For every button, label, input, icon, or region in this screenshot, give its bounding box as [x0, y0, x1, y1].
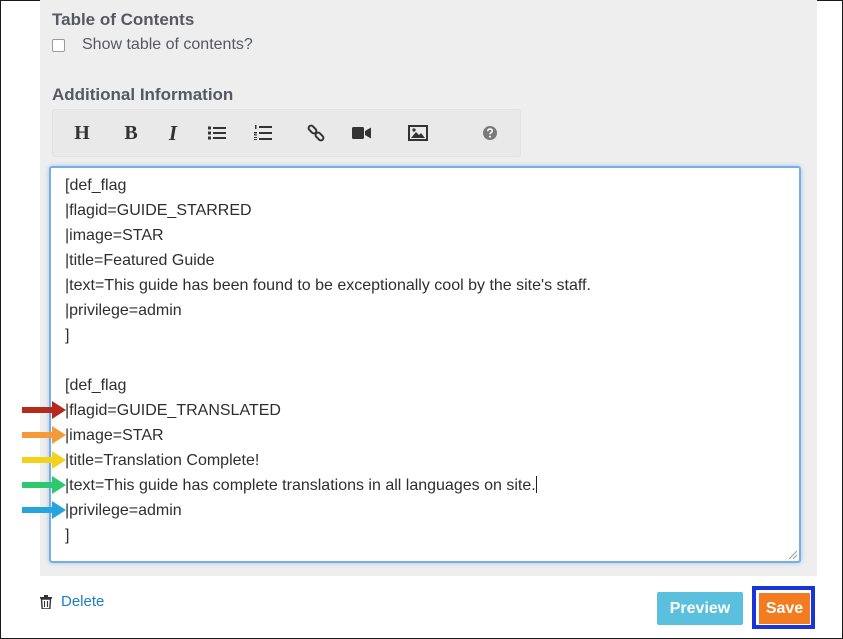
arrow-icon-yellow: [22, 451, 66, 469]
editor-line: |text=This guide has been found to be ex…: [65, 277, 591, 294]
editor-line: |privilege=admin: [65, 502, 182, 519]
editor-line: |flagid=GUIDE_TRANSLATED: [65, 402, 281, 419]
trash-icon: [40, 594, 52, 609]
show-toc-checkbox[interactable]: [52, 38, 65, 52]
heading-button[interactable]: H: [71, 110, 93, 156]
toc-heading: Table of Contents: [52, 10, 195, 29]
show-toc-label[interactable]: Show table of contents?: [82, 36, 253, 54]
toc-option[interactable]: Show table of contents?: [52, 36, 253, 54]
editor-line: ]: [65, 527, 70, 544]
video-icon: [352, 127, 371, 139]
editor-line: |privilege=admin: [65, 302, 182, 319]
save-button[interactable]: Save: [759, 593, 810, 624]
link-button[interactable]: [305, 110, 327, 156]
editor-line: ]: [65, 327, 70, 344]
editor-line: |image=STAR: [65, 427, 164, 444]
help-button[interactable]: [481, 110, 499, 156]
editor-line: |text=This guide has complete translatio…: [65, 477, 536, 494]
arrow-icon-orange: [22, 426, 66, 444]
bold-button[interactable]: B: [121, 110, 141, 156]
video-button[interactable]: [350, 110, 374, 156]
text-caret: [535, 476, 537, 493]
link-icon: [307, 124, 325, 142]
editor-line: |title=Translation Complete!: [65, 452, 260, 469]
editor-line: |title=Featured Guide: [65, 252, 215, 269]
bulleted-list-icon: [208, 126, 226, 140]
bulleted-list-button[interactable]: [206, 110, 228, 156]
additional-info-textarea[interactable]: [def_flag |flagid=GUIDE_STARRED |image=S…: [49, 166, 801, 563]
additional-info-heading: Additional Information: [52, 85, 234, 104]
arrow-icon-blue: [22, 501, 66, 519]
numbered-list-icon: [254, 125, 272, 140]
editor-line: [def_flag: [65, 377, 127, 394]
italic-button[interactable]: I: [165, 110, 181, 156]
editor-line: |image=STAR: [65, 227, 164, 244]
delete-label[interactable]: Delete: [61, 593, 104, 610]
editor-line: [def_flag: [65, 177, 127, 194]
image-button[interactable]: [407, 110, 429, 156]
preview-button[interactable]: Preview: [657, 592, 743, 625]
resize-grip-icon[interactable]: [788, 550, 797, 559]
image-icon: [408, 125, 428, 141]
editor-line: |flagid=GUIDE_STARRED: [65, 202, 252, 219]
arrow-icon-red: [22, 401, 66, 419]
help-icon: [483, 126, 497, 140]
delete-link[interactable]: Delete: [40, 593, 104, 610]
formatting-toolbar: H B I: [52, 109, 521, 157]
numbered-list-button[interactable]: [252, 110, 274, 156]
arrow-icon-green: [22, 476, 66, 494]
